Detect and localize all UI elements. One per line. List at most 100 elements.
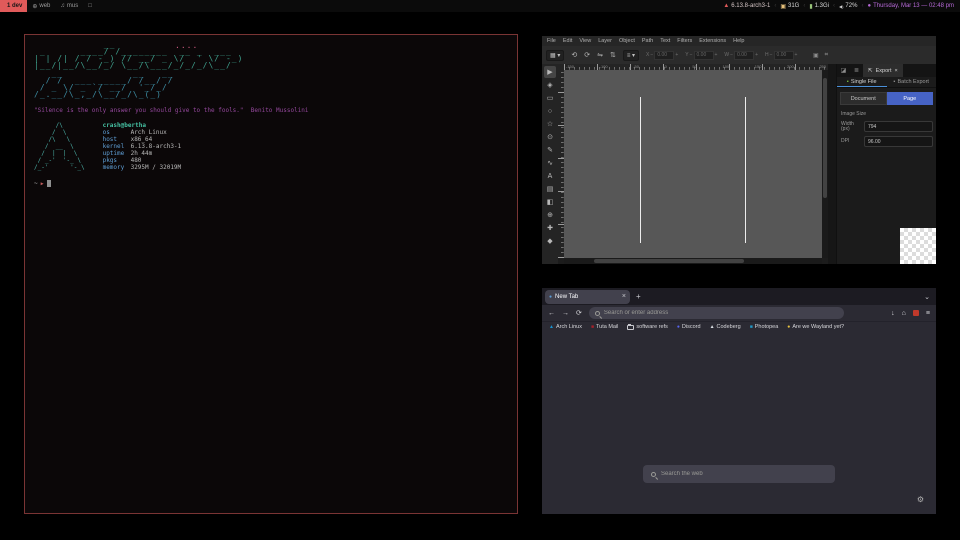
layers-panel-tab[interactable]: ◪ bbox=[837, 64, 850, 77]
downloads-icon[interactable]: ↓ bbox=[891, 310, 895, 317]
spin-plus-button[interactable]: + bbox=[715, 52, 718, 58]
rectangle-tool[interactable]: ▭ bbox=[544, 92, 556, 104]
dock-divider[interactable] bbox=[828, 64, 836, 264]
workspace-web[interactable]: ⊕ web bbox=[27, 0, 55, 12]
address-bar[interactable] bbox=[589, 307, 844, 319]
spin-plus-button[interactable]: + bbox=[795, 52, 798, 58]
browser-window[interactable]: ● New Tab × + ⌄ ← → ⟳ ↓ ⌂ ≡ ▲ Arch Linux… bbox=[542, 288, 936, 514]
spin-minus-button[interactable]: − bbox=[770, 52, 773, 58]
gradient-tool[interactable]: ▤ bbox=[544, 183, 556, 195]
text-tool[interactable]: A bbox=[544, 170, 556, 182]
measure-tool[interactable]: ✚ bbox=[544, 222, 556, 234]
extension-icon[interactable] bbox=[913, 310, 919, 316]
forward-button[interactable]: → bbox=[562, 310, 569, 317]
browser-toolbar: ← → ⟳ ↓ ⌂ ≡ bbox=[542, 305, 936, 321]
bezier-tool[interactable]: ∿ bbox=[544, 157, 556, 169]
dropper-tool[interactable]: ◧ bbox=[544, 196, 556, 208]
menu-hamburger-icon[interactable]: ≡ bbox=[926, 310, 930, 317]
menu-path[interactable]: Path bbox=[642, 38, 653, 44]
menu-layer[interactable]: Layer bbox=[598, 38, 612, 44]
inkscape-canvas[interactable] bbox=[564, 70, 822, 258]
close-icon[interactable]: × bbox=[895, 68, 898, 74]
gear-icon[interactable]: ⚙ bbox=[917, 495, 924, 504]
inkscape-window[interactable]: File Edit View Layer Object Path Text Fi… bbox=[542, 36, 936, 264]
menu-edit[interactable]: Edit bbox=[563, 38, 572, 44]
fetch-key: uptime bbox=[103, 150, 131, 157]
menu-view[interactable]: View bbox=[579, 38, 591, 44]
canvas-horizontal-scrollbar[interactable] bbox=[564, 258, 822, 264]
display-mode-icon[interactable]: ⌗ bbox=[825, 52, 828, 59]
selection-mode-dropdown[interactable]: ▦ ▾ bbox=[546, 50, 564, 61]
menu-object[interactable]: Object bbox=[619, 38, 635, 44]
active-tab[interactable]: ● New Tab × bbox=[545, 290, 630, 304]
drawn-line-left[interactable] bbox=[640, 97, 641, 243]
menu-file[interactable]: File bbox=[547, 38, 556, 44]
spin-minus-button[interactable]: − bbox=[730, 52, 733, 58]
paint-bucket-tool[interactable]: ⊕ bbox=[544, 209, 556, 221]
selector-tool[interactable]: ▶ bbox=[544, 66, 556, 78]
new-tab-button[interactable]: + bbox=[636, 292, 641, 301]
bookmark-arch-linux[interactable]: ▲ Arch Linux bbox=[549, 324, 582, 330]
terminal-window[interactable]: __ _ ____/ /________ __ _ ___ | | /| / /… bbox=[24, 34, 518, 514]
bookmark-tuta-mail[interactable]: ■ Tuta Mail bbox=[591, 324, 618, 330]
drawn-line-right[interactable] bbox=[745, 97, 746, 243]
workspace-misc[interactable]: □ bbox=[83, 0, 99, 12]
bookmark-folder-software-refs[interactable]: software refs bbox=[627, 324, 667, 330]
menu-help[interactable]: Help bbox=[733, 38, 744, 44]
bookmarks-bar: ▲ Arch Linux ■ Tuta Mail software refs ●… bbox=[542, 321, 936, 332]
align-dropdown[interactable]: ≡ ▾ bbox=[623, 50, 639, 61]
batch-export-tab[interactable]: ▪ Batch Export bbox=[887, 77, 937, 87]
flip-horizontal-icon[interactable]: ⇋ bbox=[597, 51, 603, 59]
web-search-box[interactable] bbox=[643, 465, 835, 483]
y-coordinate-field[interactable]: Y − 0.00 + bbox=[685, 51, 717, 60]
export-panel-tab[interactable]: ⇱ Export × bbox=[863, 64, 903, 77]
width-input[interactable]: 794 bbox=[864, 121, 933, 132]
reload-button[interactable]: ⟳ bbox=[576, 309, 582, 317]
address-input[interactable] bbox=[604, 310, 838, 316]
rotate-cw-icon[interactable]: ⟳ bbox=[584, 51, 590, 59]
page-scope-button[interactable]: Page bbox=[887, 92, 934, 105]
bookmark-discord[interactable]: ● Discord bbox=[677, 324, 701, 330]
bookmark-photopea[interactable]: ■ Photopea bbox=[750, 324, 779, 330]
home-icon[interactable]: ⌂ bbox=[902, 310, 906, 317]
x-coordinate-field[interactable]: X − 0.00 + bbox=[646, 51, 678, 60]
spin-plus-button[interactable]: + bbox=[755, 52, 758, 58]
workspace-dev[interactable]: 1 dev bbox=[0, 0, 27, 12]
menu-filters[interactable]: Filters bbox=[677, 38, 692, 44]
objects-panel-tab[interactable]: ≣ bbox=[850, 64, 863, 77]
web-search-input[interactable] bbox=[661, 471, 827, 477]
menu-text[interactable]: Text bbox=[660, 38, 670, 44]
document-scope-button[interactable]: Document bbox=[840, 92, 887, 105]
spin-plus-button[interactable]: + bbox=[675, 52, 678, 58]
single-file-tab[interactable]: ▪ Single File bbox=[837, 77, 887, 87]
spin-minus-button[interactable]: − bbox=[650, 52, 653, 58]
rotate-ccw-icon[interactable]: ⟲ bbox=[571, 51, 577, 59]
spiral-tool[interactable]: ⊙ bbox=[544, 131, 556, 143]
bookmark-codeberg[interactable]: ▲ Codeberg bbox=[710, 324, 741, 330]
scrollbar-thumb[interactable] bbox=[823, 78, 827, 198]
field-value[interactable]: 0.00 bbox=[774, 51, 794, 60]
ellipse-tool[interactable]: ○ bbox=[544, 105, 556, 117]
dpi-input[interactable]: 96.00 bbox=[864, 136, 933, 147]
width-field[interactable]: W − 0.00 + bbox=[724, 51, 758, 60]
flip-vertical-icon[interactable]: ⇅ bbox=[610, 51, 616, 59]
shell-prompt[interactable]: ~ ▶ bbox=[34, 180, 508, 187]
workspace-mus[interactable]: ♫ mus bbox=[55, 0, 83, 12]
close-tab-icon[interactable]: × bbox=[622, 293, 626, 300]
field-value[interactable]: 0.00 bbox=[694, 51, 714, 60]
menu-extensions[interactable]: Extensions bbox=[699, 38, 726, 44]
field-label: Y bbox=[685, 52, 688, 58]
bookmark-are-we-wayland-yet[interactable]: ● Are we Wayland yet? bbox=[787, 324, 844, 330]
field-value[interactable]: 0.00 bbox=[734, 51, 754, 60]
snap-toggle-icon[interactable]: ▣ bbox=[813, 52, 819, 59]
zoom-tool[interactable]: ◆ bbox=[544, 235, 556, 247]
pencil-tool[interactable]: ✎ bbox=[544, 144, 556, 156]
back-button[interactable]: ← bbox=[548, 310, 555, 317]
height-field[interactable]: H − 0.00 + bbox=[765, 51, 797, 60]
field-value[interactable]: 0.00 bbox=[654, 51, 674, 60]
spin-minus-button[interactable]: − bbox=[690, 52, 693, 58]
star-tool[interactable]: ☆ bbox=[544, 118, 556, 130]
scrollbar-thumb[interactable] bbox=[594, 259, 744, 263]
list-all-tabs-chevron-icon[interactable]: ⌄ bbox=[924, 293, 930, 301]
node-tool[interactable]: ◈ bbox=[544, 79, 556, 91]
